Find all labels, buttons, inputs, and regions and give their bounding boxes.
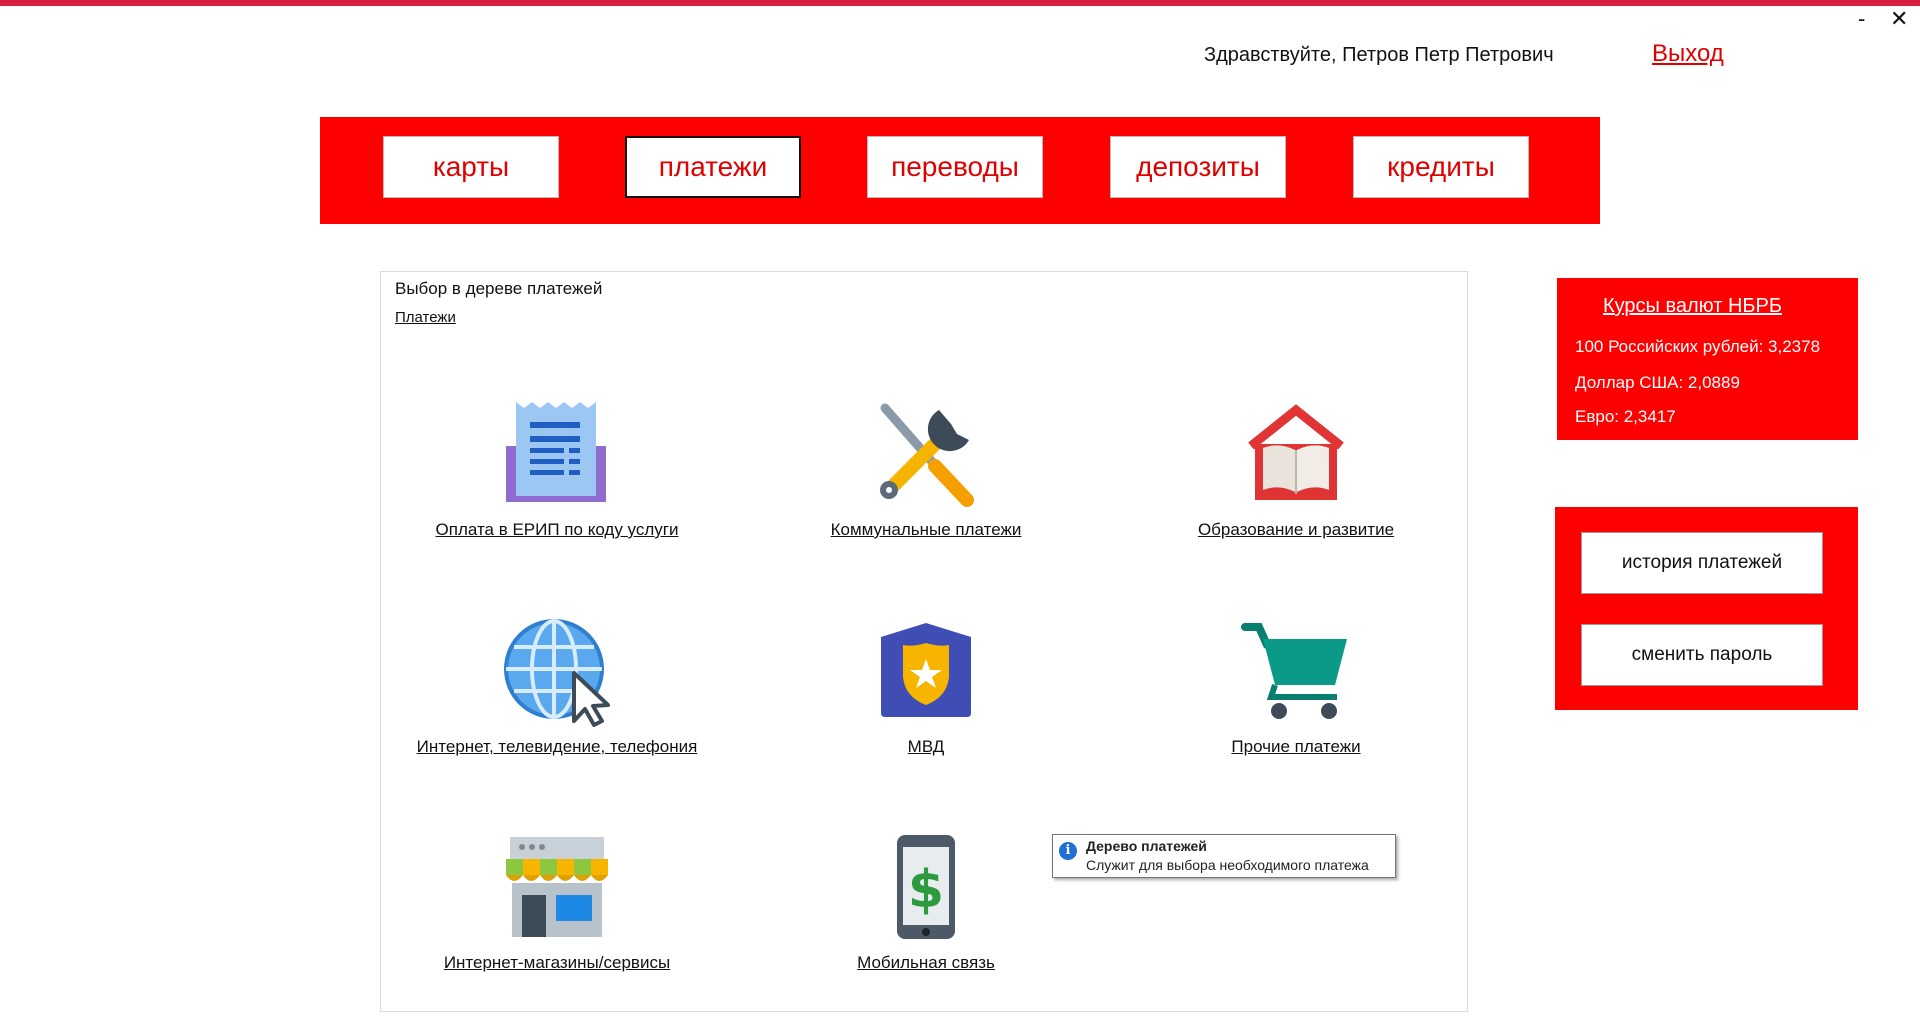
tile-label[interactable]: Образование и развитие [1111,520,1481,540]
tile-erip-payment[interactable]: Оплата в ЕРИП по коду услуги [372,400,742,540]
rate-rub: 100 Российских рублей: 3,2378 [1575,337,1821,356]
shop-icon [506,837,608,937]
breadcrumb-payments[interactable]: Платежи [395,309,456,326]
tile-label[interactable]: Интернет, телевидение, телефония [372,737,742,757]
tile-other-payments[interactable]: Прочие платежи [1111,617,1481,757]
tile-internet-tv-phone[interactable]: Интернет, телевидение, телефония [372,617,742,757]
svg-text:$: $ [908,860,944,920]
book-icon [1248,404,1344,500]
shopping-cart-icon [1241,623,1347,719]
tile-label[interactable]: Оплата в ЕРИП по коду услуги [372,520,742,540]
panel-title: Выбор в дереве платежей [395,279,603,298]
receipt-icon [506,402,606,502]
tile-education[interactable]: Образование и развитие [1111,400,1481,540]
tile-label[interactable]: МВД [741,737,1111,757]
window-top-accent [0,0,1920,6]
rate-usd: Доллар США: 2,0889 [1575,373,1740,392]
logout-link[interactable]: Выход [1652,40,1724,68]
exchange-rates-panel: Курсы валют НБРБ 100 Российских рублей: … [1557,278,1858,440]
tooltip-title: Дерево платежей [1086,838,1207,854]
tile-label[interactable]: Прочие платежи [1111,737,1481,757]
tile-label[interactable]: Коммунальные платежи [741,520,1111,540]
tile-label[interactable]: Интернет-магазины/сервисы [372,953,742,973]
exchange-rates-link[interactable]: Курсы валют НБРБ [1603,295,1782,318]
account-actions-panel: история платежей сменить пароль [1555,507,1858,710]
minimize-button[interactable]: - [1858,8,1865,30]
mobile-dollar-icon: $ [897,835,955,939]
nav-cards-button[interactable]: карты [383,136,559,198]
globe-cursor-icon [504,619,610,727]
user-greeting: Здравствуйте, Петров Петр Петрович [1204,44,1554,66]
nav-payments-button[interactable]: платежи [625,136,801,198]
main-nav-bar: карты платежи переводы депозиты кредиты [320,117,1600,224]
info-icon: i [1059,842,1077,860]
rate-eur: Евро: 2,3417 [1575,407,1676,426]
nav-deposits-button[interactable]: депозиты [1110,136,1286,198]
tooltip-text: Служит для выбора необходимого платежа [1086,857,1369,873]
nav-transfers-button[interactable]: переводы [867,136,1043,198]
tile-label[interactable]: Мобильная связь [741,953,1111,973]
payment-tree-tooltip: i Дерево платежей Служит для выбора необ… [1052,834,1396,878]
nav-credits-button[interactable]: кредиты [1353,136,1529,198]
tile-mvd[interactable]: МВД [741,617,1111,757]
tile-utilities[interactable]: Коммунальные платежи [741,400,1111,540]
close-button[interactable]: ✕ [1890,8,1908,30]
tile-internet-shops[interactable]: Интернет-магазины/сервисы [372,833,742,973]
tools-icon [880,403,974,507]
change-password-button[interactable]: сменить пароль [1581,624,1823,686]
police-badge-icon [881,623,971,717]
payment-history-button[interactable]: история платежей [1581,532,1823,594]
